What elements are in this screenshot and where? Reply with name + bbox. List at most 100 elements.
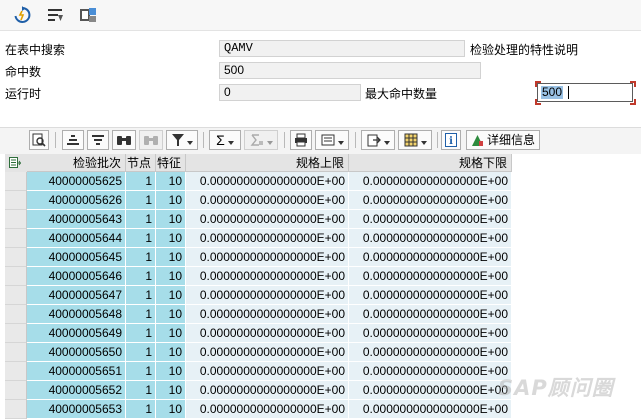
cell-node[interactable]: 1 [126,305,156,324]
views-button[interactable] [315,130,349,150]
cell-inspection-lot[interactable]: 40000005645 [27,248,126,267]
cell-lower-limit[interactable]: 0.0000000000000000E+00 [349,343,512,362]
cell-upper-limit[interactable]: 0.0000000000000000E+00 [186,172,349,191]
details-view-button[interactable] [29,130,49,150]
cell-lower-limit[interactable]: 0.0000000000000000E+00 [349,191,512,210]
cell-upper-limit[interactable]: 0.0000000000000000E+00 [186,381,349,400]
row-selector[interactable] [5,210,27,229]
max-hits-input[interactable]: 500 [537,83,633,102]
cell-upper-limit[interactable]: 0.0000000000000000E+00 [186,267,349,286]
cell-characteristic[interactable]: 10 [156,343,186,362]
print-button[interactable] [290,130,312,150]
cell-inspection-lot[interactable]: 40000005653 [27,400,126,419]
cell-upper-limit[interactable]: 0.0000000000000000E+00 [186,343,349,362]
cell-node[interactable]: 1 [126,362,156,381]
cell-node[interactable]: 1 [126,191,156,210]
cell-node[interactable]: 1 [126,210,156,229]
row-selector[interactable] [5,286,27,305]
table-row[interactable]: 40000005643 1 10 0.0000000000000000E+00 0.00… [0,210,641,229]
cell-upper-limit[interactable]: 0.0000000000000000E+00 [186,305,349,324]
cell-characteristic[interactable]: 10 [156,248,186,267]
table-row[interactable]: 40000005644 1 10 0.0000000000000000E+00 0.00… [0,229,641,248]
table-row[interactable]: 40000005645 1 10 0.0000000000000000E+00 0.00… [0,248,641,267]
table-row[interactable]: 40000005648 1 10 0.0000000000000000E+00 0.00… [0,305,641,324]
row-selector[interactable] [5,172,27,191]
table-row[interactable]: 40000005650 1 10 0.0000000000000000E+00 0.00… [0,343,641,362]
column-header-node[interactable]: 节点 [126,154,156,172]
cell-inspection-lot[interactable]: 40000005650 [27,343,126,362]
refresh-icon[interactable] [12,5,32,25]
cell-characteristic[interactable]: 10 [156,267,186,286]
cell-inspection-lot[interactable]: 40000005649 [27,324,126,343]
row-selector[interactable] [5,248,27,267]
cell-upper-limit[interactable]: 0.0000000000000000E+00 [186,229,349,248]
row-selector[interactable] [5,229,27,248]
table-row[interactable]: 40000005649 1 10 0.0000000000000000E+00 0.00… [0,324,641,343]
cell-upper-limit[interactable]: 0.0000000000000000E+00 [186,362,349,381]
cell-node[interactable]: 1 [126,381,156,400]
cell-node[interactable]: 1 [126,324,156,343]
cell-characteristic[interactable]: 10 [156,324,186,343]
row-selector[interactable] [5,191,27,210]
table-row[interactable]: 40000005653 1 10 0.0000000000000000E+00 0.00… [0,400,641,419]
cell-characteristic[interactable]: 10 [156,381,186,400]
find-button[interactable] [112,130,136,150]
sort-descending-button[interactable] [87,130,109,150]
row-selector[interactable] [5,324,27,343]
cell-upper-limit[interactable]: 0.0000000000000000E+00 [186,400,349,419]
cell-upper-limit[interactable]: 0.0000000000000000E+00 [186,286,349,305]
sort-ascending-button[interactable] [62,130,84,150]
cell-characteristic[interactable]: 10 [156,172,186,191]
cell-upper-limit[interactable]: 0.0000000000000000E+00 [186,248,349,267]
table-row[interactable]: 40000005625 1 10 0.0000000000000000E+00 0.00… [0,172,641,191]
table-row[interactable]: 40000005647 1 10 0.0000000000000000E+00 0.00… [0,286,641,305]
cell-node[interactable]: 1 [126,400,156,419]
cell-characteristic[interactable]: 10 [156,400,186,419]
cell-characteristic[interactable]: 10 [156,191,186,210]
export-button[interactable] [361,130,395,150]
cell-upper-limit[interactable]: 0.0000000000000000E+00 [186,210,349,229]
cell-node[interactable]: 1 [126,267,156,286]
select-all-corner[interactable] [5,154,28,173]
cell-inspection-lot[interactable]: 40000005643 [27,210,126,229]
sum-button[interactable]: Σ [209,130,241,150]
find-next-button[interactable] [139,130,163,150]
info-button[interactable]: i [441,130,461,150]
cell-upper-limit[interactable]: 0.0000000000000000E+00 [186,191,349,210]
cell-lower-limit[interactable]: 0.0000000000000000E+00 [349,381,512,400]
cell-lower-limit[interactable]: 0.0000000000000000E+00 [349,362,512,381]
cell-lower-limit[interactable]: 0.0000000000000000E+00 [349,248,512,267]
cell-node[interactable]: 1 [126,229,156,248]
details-button[interactable]: 详细信息 [466,130,540,150]
cell-inspection-lot[interactable]: 40000005646 [27,267,126,286]
row-selector[interactable] [5,400,27,419]
cell-inspection-lot[interactable]: 40000005651 [27,362,126,381]
column-header-inspection-lot[interactable]: 检验批次 [27,154,126,172]
filter-settings-icon[interactable] [45,5,65,25]
row-selector[interactable] [5,305,27,324]
cell-inspection-lot[interactable]: 40000005648 [27,305,126,324]
cell-node[interactable]: 1 [126,286,156,305]
cell-lower-limit[interactable]: 0.0000000000000000E+00 [349,324,512,343]
row-selector[interactable] [5,343,27,362]
cell-characteristic[interactable]: 10 [156,210,186,229]
cell-inspection-lot[interactable]: 40000005625 [27,172,126,191]
cell-characteristic[interactable]: 10 [156,305,186,324]
cell-node[interactable]: 1 [126,343,156,362]
row-selector[interactable] [5,381,27,400]
cell-inspection-lot[interactable]: 40000005626 [27,191,126,210]
cell-inspection-lot[interactable]: 40000005647 [27,286,126,305]
row-selector[interactable] [5,267,27,286]
cell-upper-limit[interactable]: 0.0000000000000000E+00 [186,324,349,343]
cell-characteristic[interactable]: 10 [156,286,186,305]
cell-characteristic[interactable]: 10 [156,362,186,381]
cell-lower-limit[interactable]: 0.0000000000000000E+00 [349,305,512,324]
cell-lower-limit[interactable]: 0.0000000000000000E+00 [349,210,512,229]
table-row[interactable]: 40000005626 1 10 0.0000000000000000E+00 0.00… [0,191,641,210]
cell-lower-limit[interactable]: 0.0000000000000000E+00 [349,172,512,191]
cell-node[interactable]: 1 [126,172,156,191]
cell-inspection-lot[interactable]: 40000005644 [27,229,126,248]
subtotal-button[interactable] [244,130,278,150]
cell-lower-limit[interactable]: 0.0000000000000000E+00 [349,286,512,305]
row-selector[interactable] [5,362,27,381]
